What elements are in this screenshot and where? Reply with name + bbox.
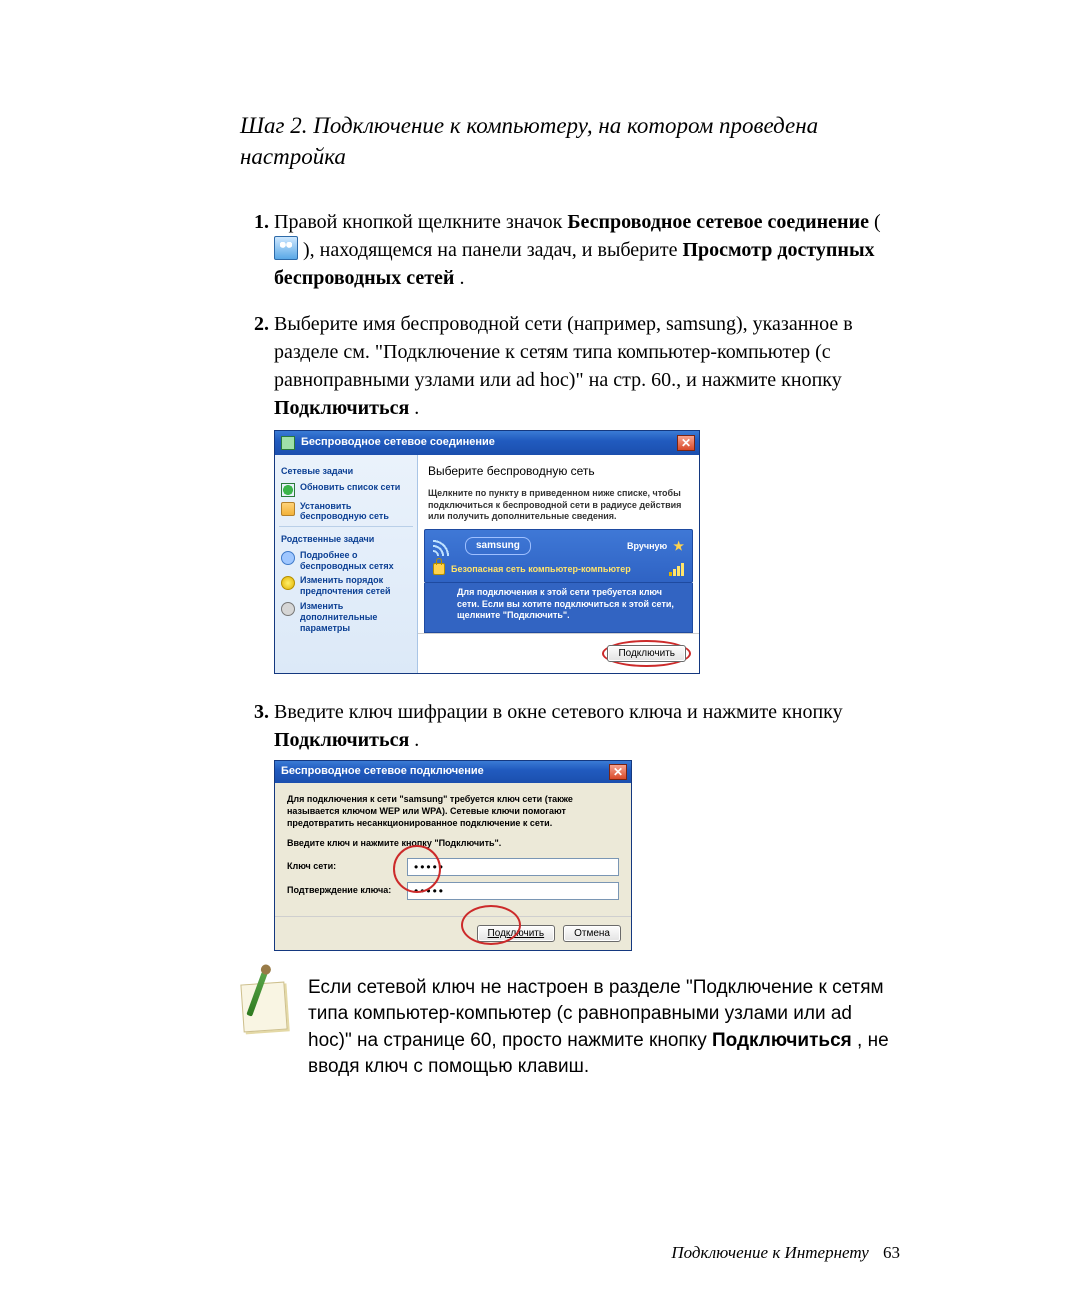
sidebar-item-refresh[interactable]: Обновить список сети — [281, 482, 411, 497]
sidebar-item-label: Обновить список сети — [300, 482, 400, 493]
dialog-titlebar: Беспроводное сетевое подключение ✕ — [275, 761, 631, 783]
dialog-text: Введите ключ и нажмите кнопку "Подключит… — [287, 837, 619, 849]
sidebar-item-label: Изменить порядок предпочтения сетей — [300, 575, 411, 597]
text: . — [459, 267, 464, 289]
bold: Беспроводное сетевое соединение — [567, 211, 869, 233]
wireless-networks-dialog: Беспроводное сетевое соединение ✕ Сетевы… — [274, 430, 700, 674]
dialog-footer: Подключить Отмена — [275, 916, 631, 950]
step-heading: Шаг 2. Подключение к компьютеру, на кото… — [240, 110, 900, 172]
lock-icon — [433, 563, 445, 575]
wireless-tray-icon — [274, 236, 298, 260]
task-sidebar: Сетевые задачи Обновить список сети Уста… — [275, 455, 418, 673]
dialog-titlebar: Беспроводное сетевое соединение ✕ — [275, 431, 699, 455]
signal-bars-icon — [669, 562, 684, 576]
text: . — [414, 729, 419, 751]
panel-heading: Выберите беспроводную сеть — [418, 455, 699, 484]
dialog-body: Для подключения к сети "samsung" требует… — [275, 783, 631, 916]
key-row: Ключ сети: — [287, 858, 619, 876]
text: ), находящемся на панели задач, и выбери… — [303, 239, 683, 261]
sidebar-group-title: Родственные задачи — [281, 533, 411, 546]
dialog-title: Беспроводное сетевое подключение — [281, 764, 484, 779]
key-label: Ключ сети: — [287, 860, 401, 873]
dialog-text: Для подключения к сети "samsung" требует… — [287, 793, 619, 829]
divider — [279, 526, 413, 527]
gear-icon — [281, 602, 295, 616]
sidebar-item-learn[interactable]: Подробнее о беспроводных сетях — [281, 550, 411, 572]
sidebar-item-label: Изменить дополнительные параметры — [300, 601, 411, 633]
note-block: Если сетевой ключ не настроен в разделе … — [240, 975, 900, 1081]
sidebar-item-order[interactable]: Изменить порядок предпочтения сетей — [281, 575, 411, 597]
cancel-button[interactable]: Отмена — [563, 925, 621, 942]
dialog-title: Беспроводное сетевое соединение — [301, 435, 495, 450]
network-security: Безопасная сеть компьютер-компьютер — [451, 563, 631, 576]
sidebar-item-advanced[interactable]: Изменить дополнительные параметры — [281, 601, 411, 633]
panel-subtitle: Щелкните по пункту в приведенном ниже сп… — [418, 484, 699, 529]
network-key-input[interactable] — [407, 858, 619, 876]
info-icon — [281, 551, 295, 565]
wizard-icon — [281, 502, 295, 516]
page-footer: Подключение к Интернету 63 — [671, 1243, 900, 1263]
panel-title: Выберите беспроводную сеть — [428, 463, 689, 480]
confirm-row: Подтверждение ключа: — [287, 882, 619, 900]
refresh-icon — [281, 483, 295, 497]
sidebar-item-setup[interactable]: Установить беспроводную сеть — [281, 501, 411, 523]
text: Правой кнопкой щелкните значок — [274, 211, 567, 233]
dialog-footer: Подключить — [418, 633, 699, 673]
network-mode: Вручную — [627, 540, 667, 553]
bold: Подключиться — [274, 729, 409, 751]
close-button[interactable]: ✕ — [677, 435, 695, 451]
confirm-key-input[interactable] — [407, 882, 619, 900]
text: . — [414, 397, 419, 419]
bold: Подключиться — [712, 1030, 852, 1051]
pencil-note-icon — [240, 975, 286, 1031]
connect-button[interactable]: Подключить — [607, 645, 686, 662]
favorite-star-icon: ★ — [673, 538, 684, 555]
page-number: 63 — [883, 1243, 900, 1262]
wireless-icon — [281, 436, 295, 450]
step-1: Правой кнопкой щелкните значок Беспровод… — [274, 208, 900, 292]
network-key-dialog: Беспроводное сетевое подключение ✕ Для п… — [274, 760, 632, 951]
step-2: Выберите имя беспроводной сети (например… — [274, 310, 900, 674]
sidebar-item-label: Подробнее о беспроводных сетях — [300, 550, 411, 572]
footer-text: Подключение к Интернету — [671, 1243, 868, 1262]
bold: Подключиться — [274, 397, 409, 419]
network-ssid: samsung — [465, 537, 531, 555]
sidebar-group-title: Сетевые задачи — [281, 465, 411, 478]
page: Шаг 2. Подключение к компьютеру, на кото… — [0, 0, 1080, 1309]
confirm-label: Подтверждение ключа: — [287, 884, 401, 897]
network-list-panel: Выберите беспроводную сеть Щелкните по п… — [418, 455, 699, 673]
text: Введите ключ шифрации в окне сетевого кл… — [274, 701, 843, 723]
close-button[interactable]: ✕ — [609, 764, 627, 780]
text: Выберите имя беспроводной сети (например… — [274, 313, 853, 391]
text: ( — [874, 211, 881, 233]
sidebar-item-label: Установить беспроводную сеть — [300, 501, 411, 523]
steps-list: Правой кнопкой щелкните значок Беспровод… — [240, 208, 900, 950]
network-key-note: Для подключения к этой сети требуется кл… — [424, 583, 693, 633]
wifi-icon — [433, 536, 457, 556]
step-3: Введите ключ шифрации в окне сетевого кл… — [274, 698, 900, 951]
star-icon — [281, 576, 295, 590]
connect-button[interactable]: Подключить — [477, 925, 556, 942]
highlight-circle: Подключить — [602, 640, 691, 667]
network-entry[interactable]: samsung Вручную ★ Безопасная сеть компью… — [424, 529, 693, 583]
note-text: Если сетевой ключ не настроен в разделе … — [308, 975, 900, 1081]
